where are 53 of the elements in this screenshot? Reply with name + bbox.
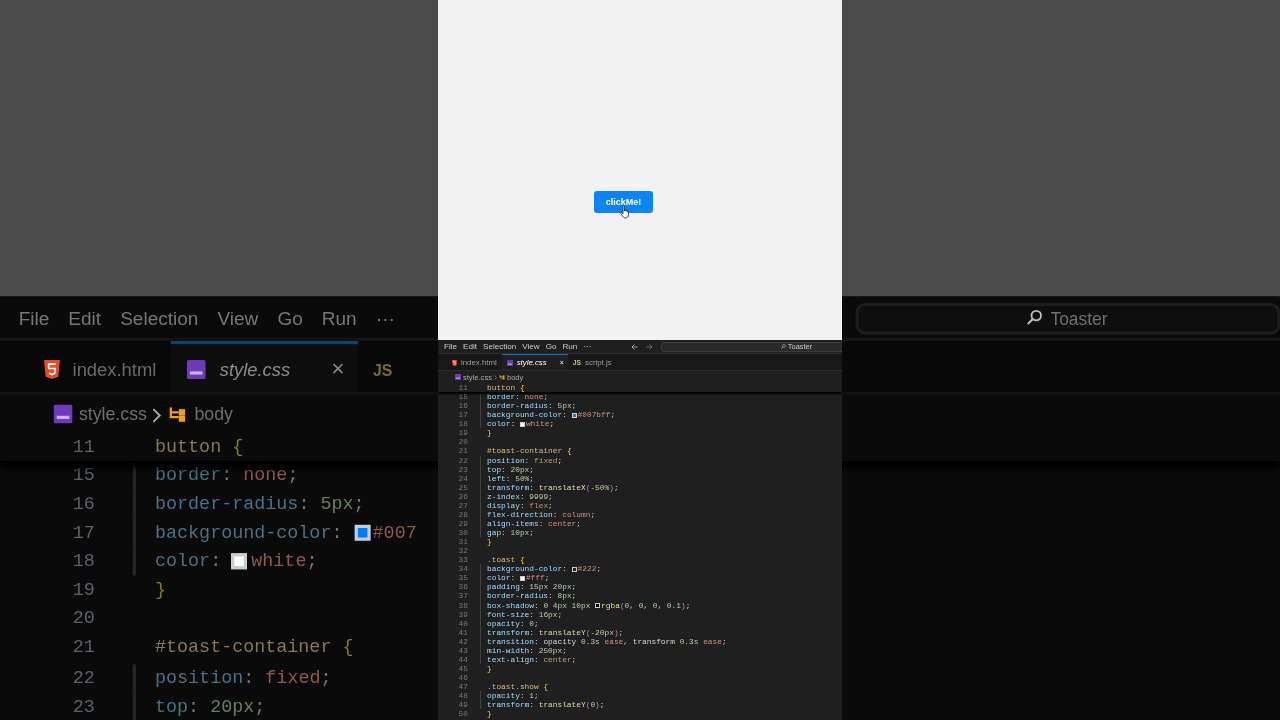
menu-item[interactable]: ···: [583, 342, 592, 351]
code-line: }: [155, 579, 167, 602]
symbol-icon: [498, 374, 505, 380]
search-icon: [1028, 309, 1045, 326]
line-number: 23: [71, 694, 95, 717]
css-file-icon: [455, 374, 461, 380]
editor-tab[interactable]: index.html: [28, 341, 173, 392]
menu-item[interactable]: Run: [562, 342, 578, 351]
code-line: top: 20px;: [155, 694, 266, 717]
menu-item[interactable]: File: [444, 342, 458, 351]
line-number: 22: [71, 666, 95, 689]
code-line: #toast-container {: [155, 637, 354, 660]
editor-tab[interactable]: style.css ×: [172, 341, 358, 392]
line-number: 18: [71, 551, 95, 574]
menu-item[interactable]: Selection: [483, 342, 517, 351]
line-number: 21: [71, 637, 95, 660]
html-file-icon: [44, 358, 60, 378]
breadcrumb-item[interactable]: style.css: [78, 404, 147, 424]
menu-item[interactable]: Edit: [68, 307, 102, 327]
back-arrow-icon[interactable]: [631, 343, 639, 350]
hand-cursor-icon: [620, 205, 631, 219]
editor-tab[interactable]: JS: [357, 341, 409, 392]
code-line: color: white;: [155, 551, 318, 574]
breadcrumb-item[interactable]: body: [194, 404, 233, 424]
menu-item[interactable]: View: [522, 342, 540, 351]
code-line: border: none;: [155, 464, 299, 488]
menu-item[interactable]: Run: [321, 307, 357, 327]
code-line: background-color: #007: [155, 522, 417, 545]
menu-item[interactable]: View: [217, 307, 259, 327]
line-number: 16: [71, 493, 95, 516]
click-button[interactable]: clickMe!: [594, 191, 653, 213]
chevron-icon: [493, 374, 497, 380]
css-file-icon: [188, 358, 208, 378]
line-number: 17: [71, 522, 95, 545]
search-field[interactable]: Toaster: [855, 301, 1280, 334]
search-icon: [780, 344, 786, 349]
menu-item[interactable]: Edit: [463, 342, 477, 351]
menu-item[interactable]: Go: [277, 307, 303, 327]
css-file-icon: [506, 359, 513, 366]
code-line: border-radius: 5px;: [155, 493, 365, 516]
menu-item[interactable]: Go: [545, 342, 557, 351]
line-number: 20: [71, 608, 95, 631]
menu-item[interactable]: ···: [375, 307, 395, 327]
line-number: 19: [71, 579, 95, 602]
line-number: 11: [71, 436, 95, 459]
menu-item[interactable]: File: [18, 307, 50, 327]
forward-arrow-icon[interactable]: [646, 343, 654, 350]
code-line: position: fixed;: [155, 666, 332, 689]
line-number: 15: [71, 464, 95, 488]
code-line: button {: [155, 436, 244, 459]
menu-item[interactable]: Selection: [120, 307, 199, 327]
html-file-icon: [452, 359, 457, 366]
css-file-icon: [53, 404, 73, 424]
